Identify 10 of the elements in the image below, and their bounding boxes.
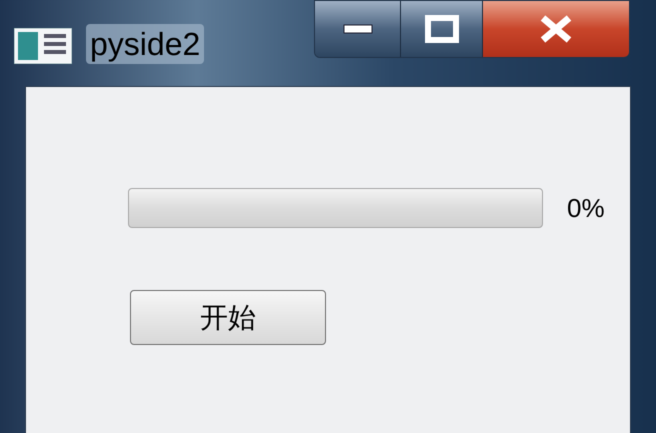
maximize-button[interactable]	[401, 1, 483, 57]
minimize-button[interactable]	[315, 1, 401, 57]
minimize-icon	[342, 24, 372, 34]
window-title: pyside2	[86, 24, 204, 64]
close-icon	[539, 15, 573, 43]
close-button[interactable]	[483, 1, 629, 57]
app-icon	[14, 28, 72, 64]
start-button[interactable]: 开始	[130, 290, 326, 345]
maximize-icon	[424, 15, 458, 43]
progress-reading: 0%	[567, 192, 605, 224]
